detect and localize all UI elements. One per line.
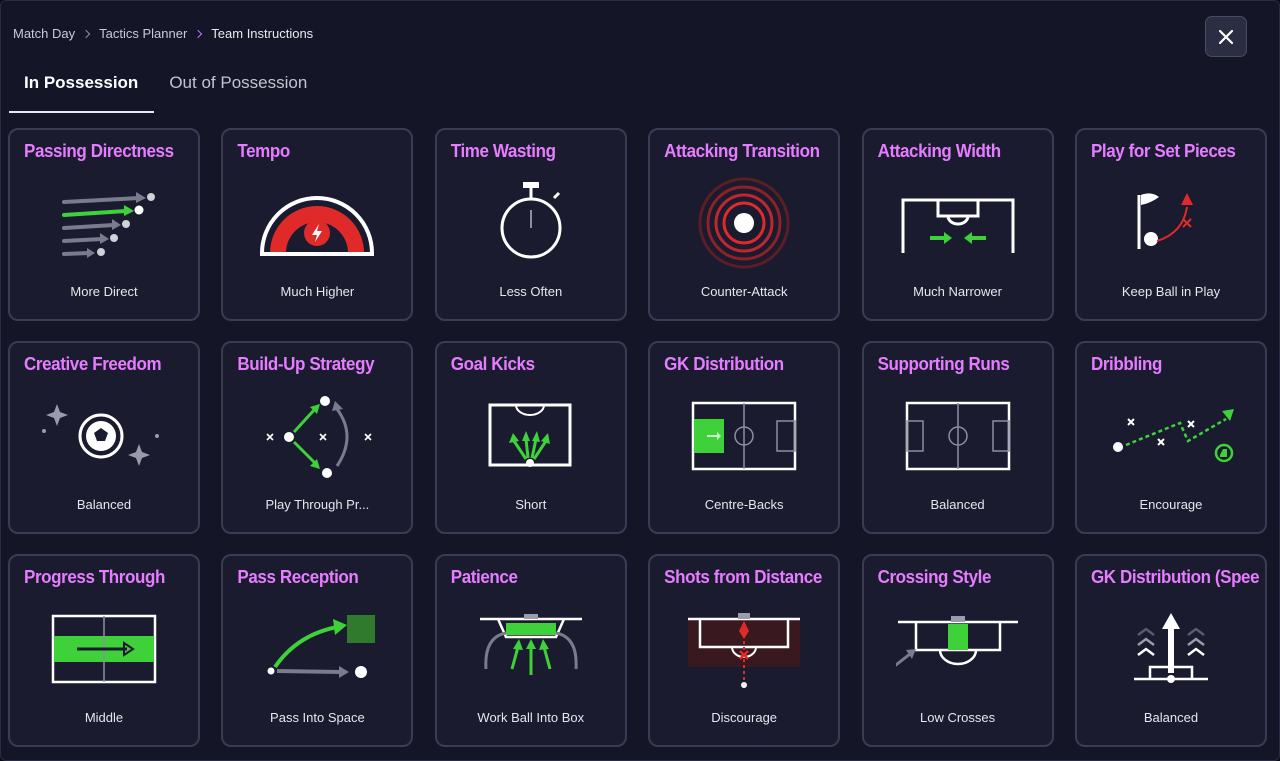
card-title: Progress Through <box>24 567 165 588</box>
card-value: Pass Into Space <box>270 710 365 725</box>
card-value: Much Higher <box>280 284 355 299</box>
attacking-width-pitch-icon <box>901 198 1015 253</box>
tab-in-possession[interactable]: In Possession <box>9 61 155 113</box>
card-passing-directness[interactable]: Passing Directness More Direct <box>8 128 200 321</box>
work-into-box-icon <box>479 613 582 675</box>
card-attacking-width[interactable]: Attacking Width Much Narrower <box>861 128 1054 321</box>
card-dribbling[interactable]: Dribbling Encourage <box>1074 341 1267 534</box>
breadcrumb: Match Day Tactics Planner Team Instructi… <box>13 26 313 41</box>
card-value: Work Ball Into Box <box>477 710 585 725</box>
card-build-up-strategy[interactable]: Build-Up Strategy Play Through Pr... <box>221 341 414 534</box>
shots-distance-icon <box>688 612 801 688</box>
card-creative-freedom[interactable]: Creative Freedom Balanced <box>8 341 200 534</box>
card-value: Encourage <box>1139 497 1203 512</box>
card-title: Attacking Width <box>877 141 1002 162</box>
card-gk-distribution[interactable]: GK Distribution Centre-Backs <box>648 341 841 534</box>
breadcrumb-team-instructions: Team Instructions <box>211 26 314 41</box>
card-value: Discourage <box>711 710 778 725</box>
close-icon <box>1218 29 1234 44</box>
breadcrumb-match-day[interactable]: Match Day <box>13 26 75 41</box>
card-supporting-runs[interactable]: Supporting Runs Balanced <box>861 341 1054 534</box>
card-gk-distribution-speed[interactable]: GK Distribution (Speed) Balanced <box>1074 554 1267 747</box>
card-title: Crossing Style <box>877 567 992 588</box>
card-title: Attacking Transition <box>664 141 820 162</box>
card-title: Shots from Distance <box>664 567 822 588</box>
card-value: Much Narrower <box>913 284 1002 299</box>
tab-bar: In Possession Out of Possession <box>9 61 323 113</box>
card-title: Dribbling <box>1090 354 1162 375</box>
card-title: Goal Kicks <box>450 354 535 375</box>
card-value: Keep Ball in Play <box>1121 284 1221 299</box>
gk-distribution-pitch-icon <box>691 401 797 470</box>
gk-speed-arrows-icon <box>1133 612 1208 683</box>
card-goal-kicks[interactable]: Goal Kicks Short <box>434 341 627 534</box>
card-crossing-style[interactable]: Crossing Style Low Crosses <box>861 554 1054 747</box>
low-cross-icon <box>895 615 1018 667</box>
card-title: Creative Freedom <box>24 354 162 375</box>
breadcrumb-tactics-planner[interactable]: Tactics Planner <box>99 26 187 41</box>
chevron-right-icon <box>81 29 91 38</box>
card-title: Build-Up Strategy <box>237 354 375 375</box>
progress-middle-pitch-icon <box>51 614 157 683</box>
build-up-passing-icon <box>266 395 372 478</box>
corner-flag-icon <box>1137 192 1193 249</box>
close-button[interactable] <box>1205 16 1247 57</box>
card-value: Less Often <box>499 284 563 299</box>
passing-directness-icon <box>62 191 155 258</box>
card-title: Tempo <box>237 141 290 162</box>
card-progress-through[interactable]: Progress Through Middle <box>8 554 200 747</box>
tab-out-of-possession[interactable]: Out of Possession <box>154 61 323 113</box>
card-value: Play Through Pr... <box>265 497 370 512</box>
card-title: Pass Reception <box>237 567 359 588</box>
card-title: Passing Directness <box>24 141 174 162</box>
card-time-wasting[interactable]: Time Wasting Less Often <box>434 128 627 321</box>
card-value: Balanced <box>930 497 985 512</box>
supporting-runs-pitch-icon <box>905 401 1010 470</box>
card-play-for-set-pieces[interactable]: Play for Set Pieces Keep Ball in Play <box>1074 128 1267 321</box>
stopwatch-icon <box>500 181 562 258</box>
card-value: More Direct <box>70 284 138 299</box>
card-shots-from-distance[interactable]: Shots from Distance Discourage <box>648 554 841 747</box>
counter-attack-target-icon <box>698 177 790 268</box>
card-value: Balanced <box>1143 710 1199 725</box>
chevron-right-icon <box>194 29 203 38</box>
card-value: Low Crosses <box>919 710 996 725</box>
card-value: Centre-Backs <box>704 497 784 512</box>
card-value: Short <box>515 497 547 512</box>
card-title: GK Distribution (Speed) <box>1090 567 1259 588</box>
card-value: Middle <box>84 710 124 725</box>
card-value: Counter-Attack <box>700 284 788 299</box>
card-tempo[interactable]: Tempo Much Higher <box>221 128 414 321</box>
card-attacking-transition[interactable]: Attacking Transition Counter-Attack <box>648 128 841 321</box>
sparkle-ball-icon <box>42 403 159 466</box>
card-patience[interactable]: Patience Work Ball Into Box <box>434 554 627 747</box>
tempo-gauge-icon <box>260 195 375 256</box>
card-value: Balanced <box>76 497 132 512</box>
card-title: GK Distribution <box>664 354 784 375</box>
card-title: Play for Set Pieces <box>1090 141 1236 162</box>
card-title: Supporting Runs <box>877 354 1010 375</box>
goal-kick-box-icon <box>488 403 572 467</box>
card-title: Patience <box>450 567 518 588</box>
dribbling-path-icon <box>1112 408 1234 462</box>
team-instructions-panel: Match Day Tactics Planner Team Instructi… <box>0 0 1280 761</box>
card-title: Time Wasting <box>450 141 556 162</box>
card-pass-reception[interactable]: Pass Reception Pass Into Space <box>221 554 414 747</box>
pass-into-space-icon <box>267 614 376 678</box>
instruction-grid: Passing Directness More Direct Tempo Muc… <box>8 128 1267 747</box>
